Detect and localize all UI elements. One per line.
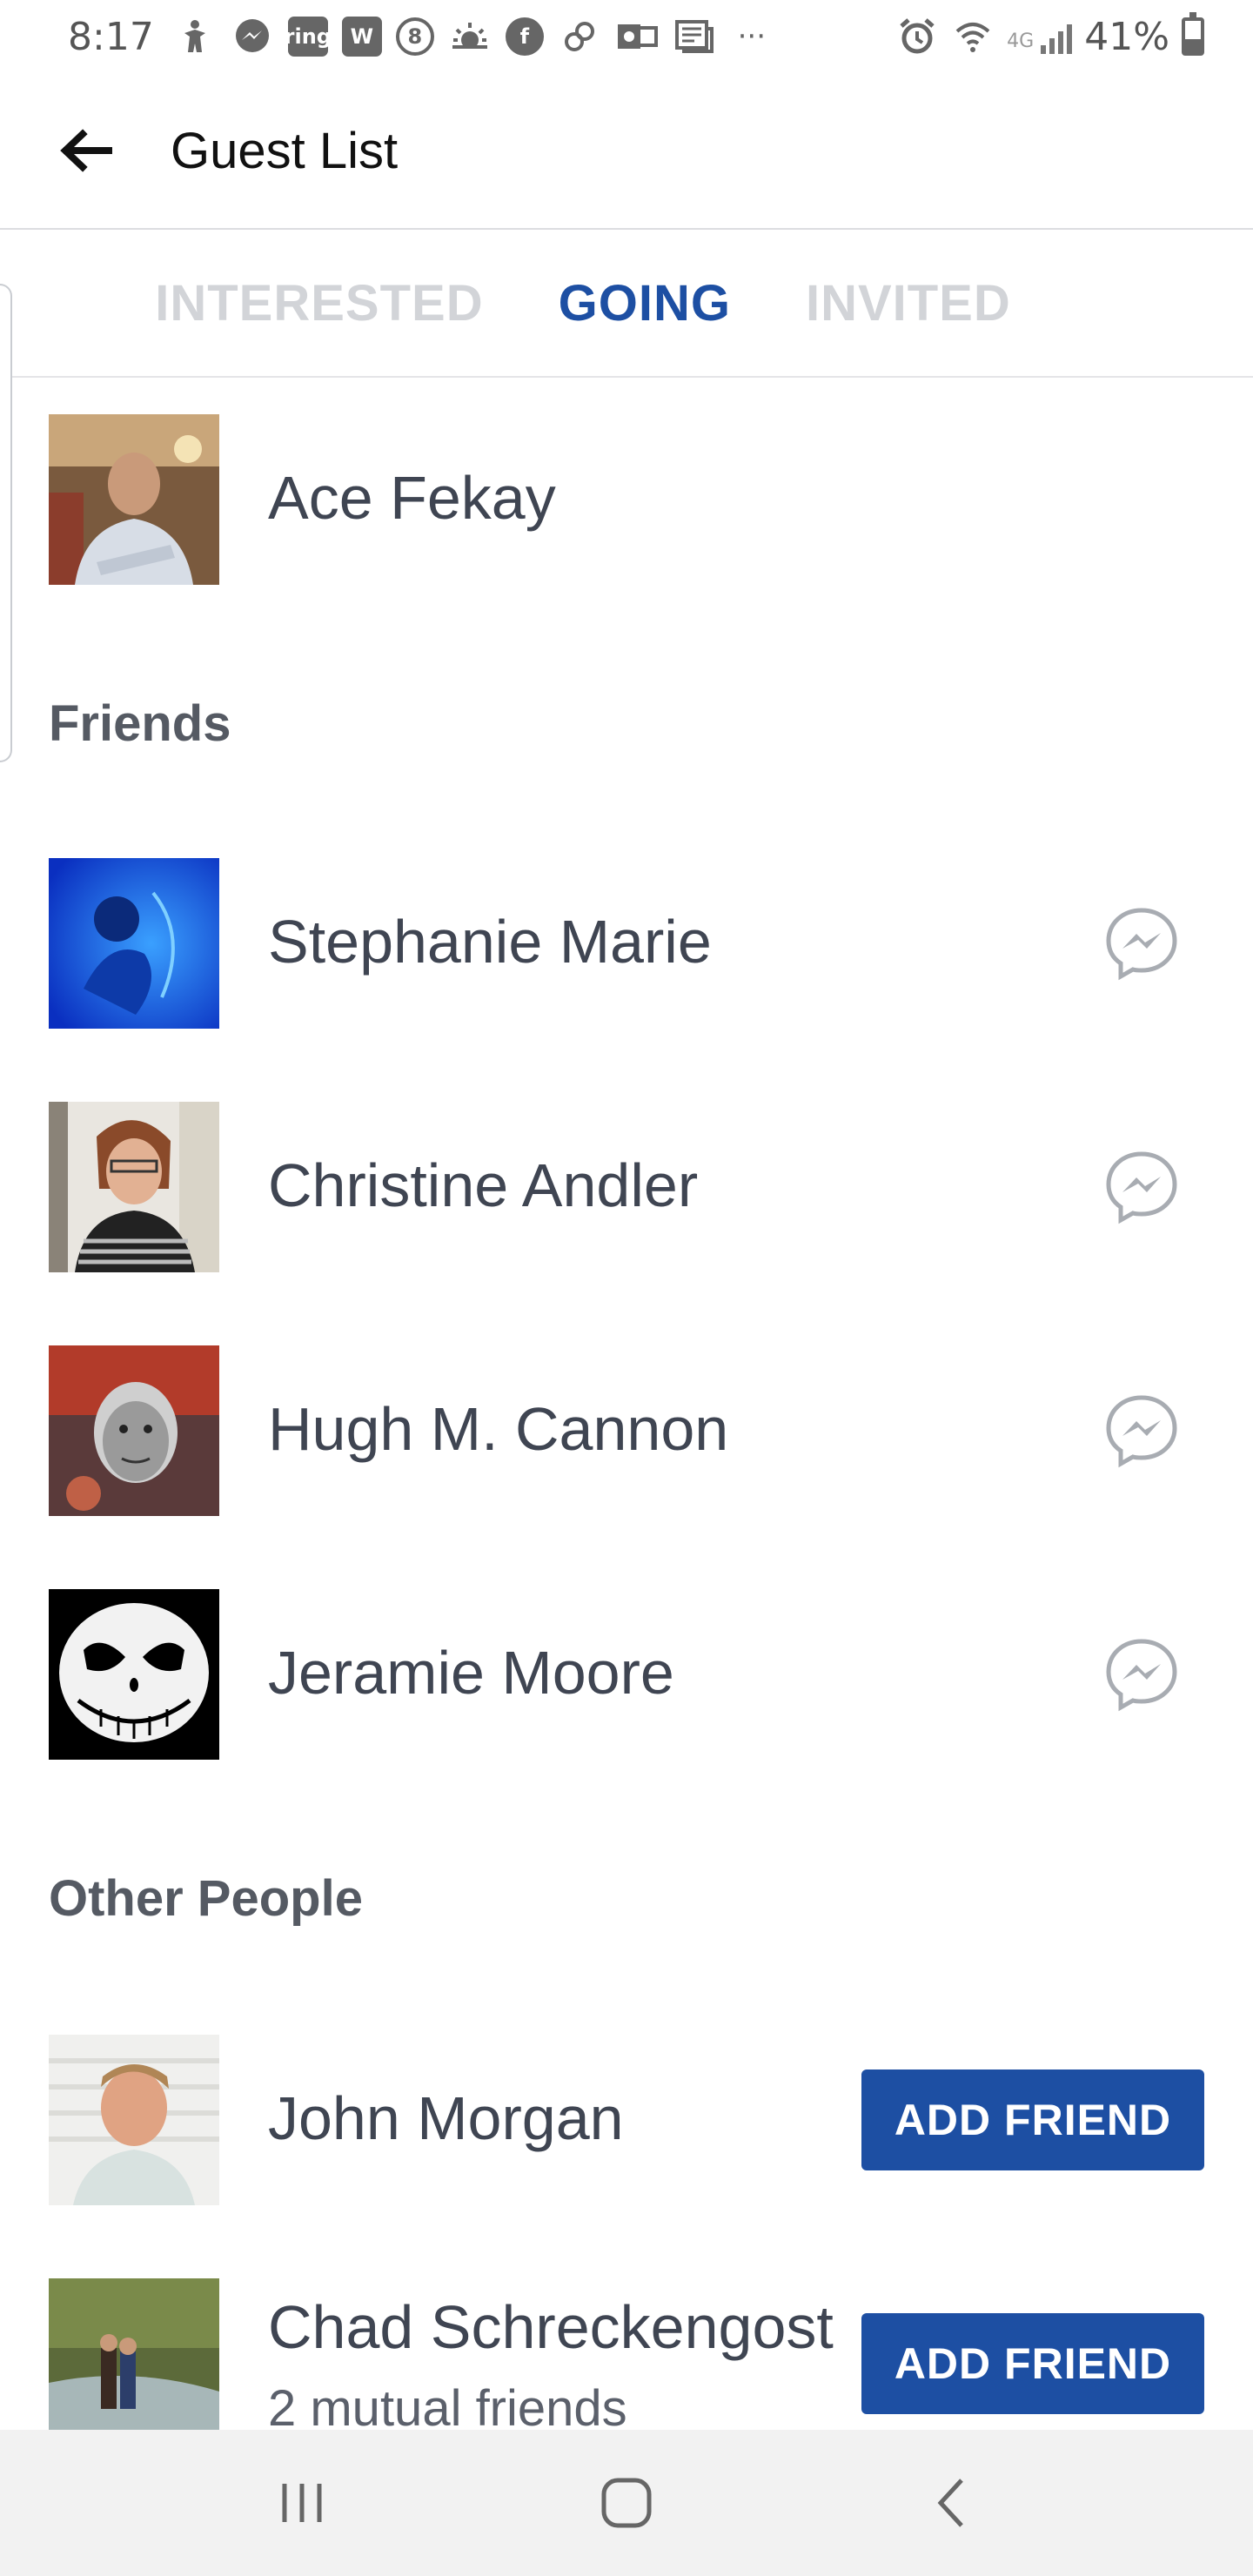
tab-going[interactable]: GOING (559, 274, 731, 332)
back-icon (937, 2479, 964, 2527)
list-item[interactable]: Stephanie Marie (0, 858, 1253, 1029)
avatar (49, 414, 219, 585)
status-bar: 8:17 ring W 8 f ··· 4G 41% (0, 0, 1253, 73)
guest-name: Ace Fekay (268, 464, 556, 532)
status-time: 8:17 (68, 14, 154, 59)
messenger-icon (1106, 1639, 1177, 1712)
notification-icons: ring W 8 f ··· (173, 15, 774, 58)
recent-apps-icon (282, 2484, 322, 2522)
more-dots-icon: ··· (737, 19, 767, 54)
message-button[interactable] (1103, 1149, 1180, 1225)
ring-icon: ring (285, 17, 332, 57)
avatar (49, 1345, 219, 1516)
messenger-icon (1106, 1151, 1177, 1224)
recent-apps-button[interactable] (250, 2451, 354, 2555)
host-row[interactable]: Ace Fekay (0, 414, 1253, 585)
mutual-friends: 2 mutual friends (268, 2380, 627, 2437)
accessibility-icon (173, 15, 217, 58)
link-icon (558, 15, 601, 58)
messenger-icon (1106, 908, 1177, 981)
guest-name: John Morgan (268, 2084, 624, 2152)
news-icon (673, 15, 716, 58)
wifi-icon (951, 15, 995, 58)
guest-name: Jeramie Moore (268, 1639, 674, 1707)
tab-interested[interactable]: INTERESTED (155, 274, 483, 332)
messenger-icon (1106, 1395, 1177, 1468)
list-item[interactable]: Chad Schreckengost 2 mutual friends ADD … (0, 2278, 1253, 2449)
add-friend-button[interactable]: ADD FRIEND (861, 2070, 1204, 2170)
messenger-icon (231, 15, 274, 58)
home-icon (601, 2478, 652, 2528)
section-label-other-people: Other People (49, 1870, 363, 1927)
page-title: Guest List (171, 122, 399, 179)
screen: 8:17 ring W 8 f ··· 4G 41% Guest List IN… (0, 0, 1253, 2576)
home-button[interactable] (574, 2451, 679, 2555)
system-nav-bar (0, 2430, 1253, 2576)
list-item[interactable]: Christine Andler (0, 1102, 1253, 1272)
guest-name: Chad Schreckengost (268, 2293, 834, 2361)
alarm-icon (895, 15, 939, 58)
outlook-icon (615, 15, 659, 58)
battery-icon (1182, 12, 1204, 56)
message-button[interactable] (1103, 905, 1180, 982)
battery-percent: 41% (1084, 14, 1169, 59)
list-item[interactable]: Hugh M. Cannon (0, 1345, 1253, 1516)
avatar (49, 1102, 219, 1272)
avatar (49, 1589, 219, 1760)
back-button[interactable] (42, 107, 129, 194)
w-app-icon: W (341, 17, 382, 57)
avatar (49, 2278, 219, 2449)
tab-invited[interactable]: INVITED (806, 274, 1011, 332)
8-ball-icon: 8 (395, 17, 434, 56)
signal-icon (1041, 19, 1073, 54)
list-item[interactable]: John Morgan ADD FRIEND (0, 2035, 1253, 2205)
app-bar: Guest List (0, 73, 1253, 230)
section-label-friends: Friends (49, 695, 231, 752)
list-item[interactable]: Jeramie Moore (0, 1589, 1253, 1760)
guest-name: Christine Andler (268, 1151, 699, 1219)
avatar (49, 2035, 219, 2205)
avatar (49, 858, 219, 1029)
facebook-icon: f (505, 17, 544, 56)
weather-icon (448, 15, 492, 58)
guest-name: Hugh M. Cannon (268, 1395, 729, 1463)
system-back-button[interactable] (899, 2451, 1003, 2555)
back-arrow-icon (60, 129, 112, 172)
guest-name: Stephanie Marie (268, 908, 712, 976)
message-button[interactable] (1103, 1392, 1180, 1469)
guest-tabs: INTERESTED GOING INVITED (0, 230, 1253, 378)
system-status: 4G 41% (895, 12, 1204, 59)
message-button[interactable] (1103, 1636, 1180, 1713)
network-type: 4G (1007, 30, 1035, 52)
add-friend-button[interactable]: ADD FRIEND (861, 2313, 1204, 2414)
